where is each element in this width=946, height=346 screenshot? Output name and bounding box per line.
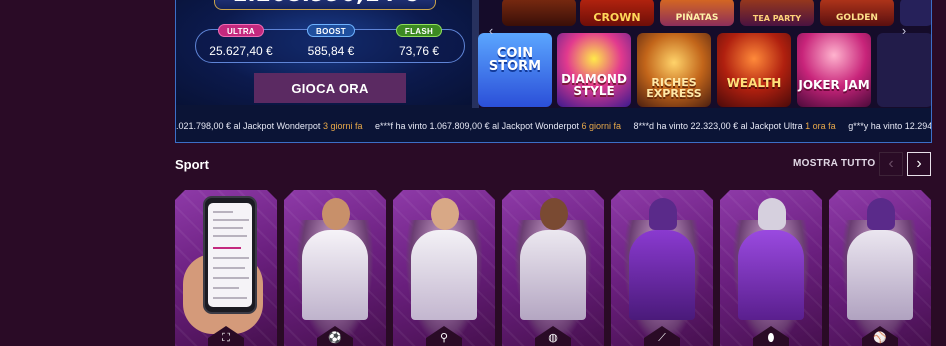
boost-value: 585,84 € <box>307 44 355 58</box>
show-all-link[interactable]: MOSTRA TUTTO <box>793 158 875 169</box>
jackpot-boost: BOOST 585,84 € <box>290 21 372 58</box>
jackpot-ultra: ULTRA 25.627,40 € <box>200 21 282 58</box>
game-tile-wealth[interactable]: WEALTH <box>717 33 791 107</box>
game-tile-diamond-style[interactable]: DIAMOND STYLE <box>557 33 631 107</box>
sport-card-american-football[interactable]: ⬮ <box>720 190 822 346</box>
ultra-badge: ULTRA <box>217 24 264 37</box>
athlete-image <box>322 198 350 230</box>
ticker-item: e***f ha vinto 1.067.809,00 € al Jackpot… <box>374 121 621 131</box>
play-now-button[interactable]: GIOCA ORA <box>254 73 406 103</box>
section-title-sport: Sport <box>175 157 209 172</box>
game-tile-riches-express[interactable]: RICHES EXPRESS <box>637 33 711 107</box>
jackpot-row: ULTRA 25.627,40 € BOOST 585,84 € FLASH 7… <box>195 24 465 63</box>
game-tile[interactable]: TEA PARTY <box>740 0 814 26</box>
game-tile-coin-storm[interactable]: COIN STORM <box>478 33 552 107</box>
phone-image <box>203 196 257 314</box>
sport-card-football[interactable]: ⚽ <box>284 190 386 346</box>
sport-card-baseball[interactable]: ⚾ <box>829 190 931 346</box>
ultra-value: 25.627,40 € <box>209 44 273 58</box>
game-tile-joker-jam[interactable]: JOKER JAM <box>797 33 871 107</box>
athlete-image <box>649 198 677 230</box>
games-next-arrow[interactable]: › <box>897 22 911 40</box>
chevron-right-icon[interactable]: › <box>907 152 931 176</box>
ticker-item: .021.798,00 € al Jackpot Wonderpot 3 gio… <box>176 121 363 131</box>
jackpot-amount: 1.208.990,14 € <box>214 0 436 10</box>
jackpot-area: 1.208.990,14 € ULTRA 25.627,40 € BOOST 5… <box>176 0 472 105</box>
game-tile[interactable] <box>877 33 931 107</box>
winners-ticker: .021.798,00 € al Jackpot Wonderpot 3 gio… <box>176 112 932 140</box>
jackpot-panel: 1.208.990,14 € ULTRA 25.627,40 € BOOST 5… <box>175 0 932 143</box>
athlete-image <box>867 198 895 230</box>
game-tile[interactable]: GOLDEN <box>820 0 894 26</box>
sport-card-basketball[interactable]: ◍ <box>502 190 604 346</box>
game-tile[interactable] <box>502 0 576 26</box>
sport-card-hockey[interactable]: ⟋ <box>611 190 713 346</box>
sport-card-table-tennis[interactable]: ⚲ <box>393 190 495 346</box>
game-tile[interactable]: PIÑATAS <box>660 0 734 26</box>
flash-value: 73,76 € <box>398 44 440 58</box>
athlete-image <box>540 198 568 230</box>
flash-badge: FLASH <box>395 24 443 37</box>
chevron-left-icon[interactable]: ‹ <box>879 152 903 176</box>
games-carousel: CROWN PIÑATAS TEA PARTY GOLDEN COIN STOR… <box>478 0 931 108</box>
ticker-item: g***y ha vinto 12.294,0 <box>848 121 932 131</box>
games-prev-arrow[interactable]: ‹ <box>484 22 498 40</box>
athlete-image <box>431 198 459 230</box>
boost-badge: BOOST <box>307 24 355 37</box>
jackpot-flash: FLASH 73,76 € <box>378 21 460 58</box>
athlete-image <box>758 198 786 230</box>
ticker-item: 8***d ha vinto 22.323,00 € al Jackpot Ul… <box>633 121 836 131</box>
sport-card-all[interactable]: ⛶ <box>175 190 277 346</box>
game-tile[interactable]: CROWN <box>580 0 654 26</box>
